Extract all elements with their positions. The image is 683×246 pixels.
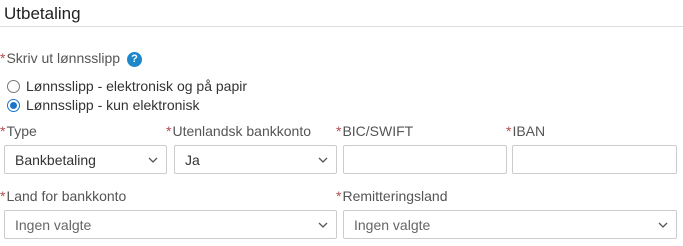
required-mark: * [166, 123, 172, 139]
remittance-country-label: *Remitteringsland [336, 188, 448, 204]
bank-country-select[interactable]: Ingen valgte [4, 210, 337, 239]
iban-input[interactable] [512, 145, 677, 174]
payslip-label: *Skriv ut lønnsslipp? [0, 50, 143, 67]
remittance-country-label-text: Remitteringsland [342, 188, 448, 204]
radio-button-selected[interactable] [7, 98, 20, 112]
foreign-account-select-value: Ja [185, 152, 200, 168]
help-icon[interactable]: ? [127, 52, 143, 67]
required-mark: * [506, 123, 512, 139]
chevron-down-icon [658, 222, 668, 228]
type-select-value: Bankbetaling [15, 152, 96, 168]
bic-swift-input[interactable] [343, 145, 507, 174]
section-title: Utbetaling [4, 4, 81, 23]
remittance-country-select[interactable]: Ingen valgte [343, 210, 677, 239]
radio-button[interactable] [7, 79, 20, 93]
chevron-down-icon [318, 157, 328, 163]
radio-label: Lønnsslipp - elektronisk og på papir [26, 78, 248, 94]
bank-country-select-value: Ingen valgte [15, 217, 92, 233]
radio-label: Lønnsslipp - kun elektronisk [26, 97, 200, 113]
required-mark: * [336, 123, 342, 139]
chevron-down-icon [148, 157, 158, 163]
bic-swift-label-text: BIC/SWIFT [342, 123, 414, 139]
type-label-text: Type [6, 123, 37, 139]
required-mark: * [0, 50, 6, 66]
required-mark: * [0, 188, 6, 204]
bank-country-label: *Land for bankkonto [0, 188, 126, 204]
iban-label-text: IBAN [512, 123, 546, 139]
iban-label: *IBAN [506, 123, 545, 139]
payslip-label-text: Skriv ut lønnsslipp [6, 50, 121, 66]
foreign-account-select[interactable]: Ja [174, 145, 337, 174]
remittance-country-select-value: Ingen valgte [354, 217, 431, 233]
foreign-account-label: *Utenlandsk bankkonto [166, 123, 311, 139]
required-mark: * [336, 188, 342, 204]
bank-country-label-text: Land for bankkonto [6, 188, 127, 204]
radio-payslip-electronic-only[interactable]: Lønnsslipp - kun elektronisk [7, 97, 200, 113]
bic-swift-label: *BIC/SWIFT [336, 123, 413, 139]
section-divider [0, 26, 683, 27]
chevron-down-icon [318, 222, 328, 228]
radio-payslip-paper-and-electronic[interactable]: Lønnsslipp - elektronisk og på papir [7, 78, 247, 94]
required-mark: * [0, 123, 6, 139]
type-select[interactable]: Bankbetaling [4, 145, 167, 174]
foreign-account-label-text: Utenlandsk bankkonto [172, 123, 311, 139]
type-label: *Type [0, 123, 37, 139]
